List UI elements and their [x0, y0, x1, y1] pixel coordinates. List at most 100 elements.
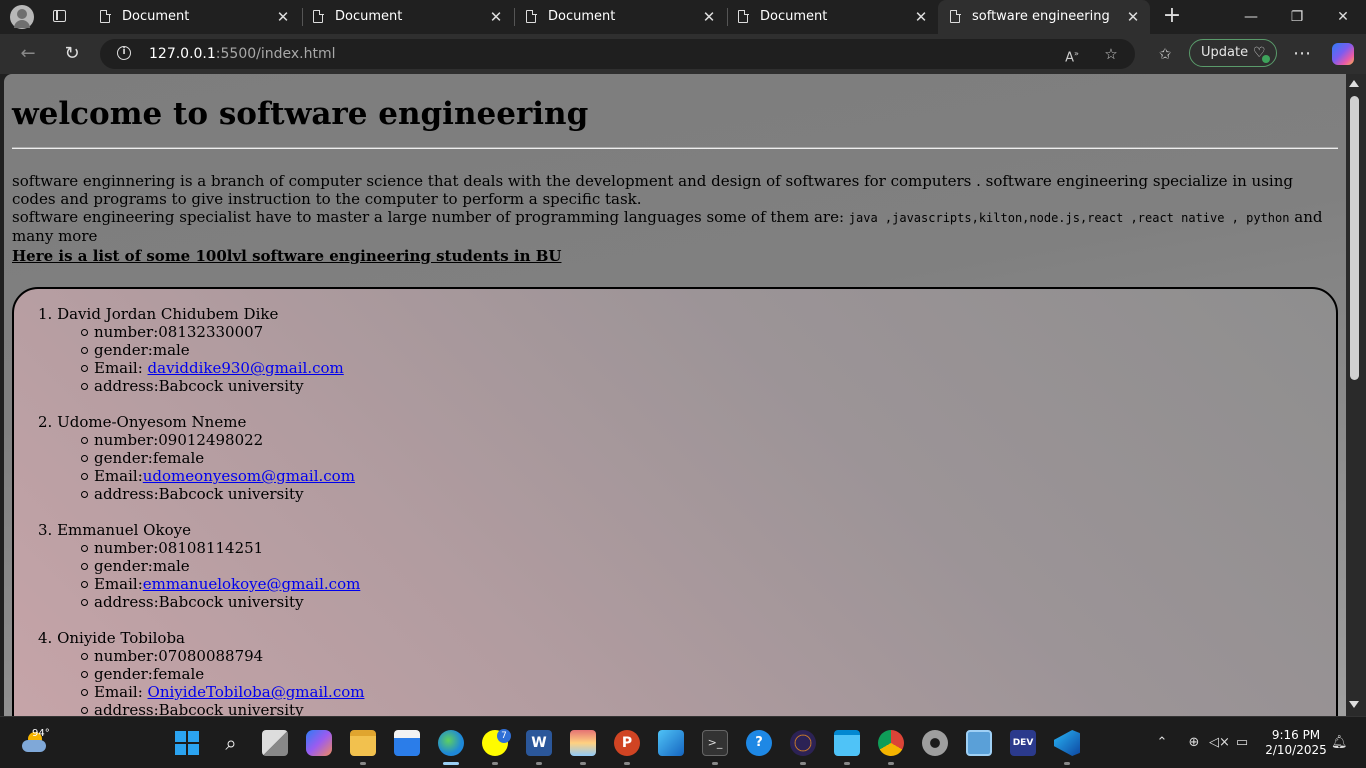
page-viewport: welcome to software engineering software…: [4, 74, 1346, 716]
tab-title: software engineering: [972, 9, 1110, 24]
email-link[interactable]: daviddike930@gmail.com: [148, 359, 344, 377]
search-icon[interactable]: ⌕: [218, 730, 244, 756]
scroll-down-icon[interactable]: [1349, 701, 1359, 708]
help-icon[interactable]: ?: [746, 730, 772, 756]
back-icon[interactable]: ←: [14, 41, 42, 67]
refresh-icon[interactable]: ↻: [58, 41, 86, 67]
tab-close-icon[interactable]: ✕: [1124, 8, 1142, 26]
read-aloud-icon[interactable]: A»: [1062, 44, 1082, 65]
scroll-up-icon[interactable]: [1349, 80, 1359, 87]
student-name: 1. David Jordan Chidubem Dike: [38, 305, 279, 323]
powerpoint-icon[interactable]: P: [614, 730, 640, 756]
clock[interactable]: 9:16 PM 2/10/2025: [1262, 728, 1330, 758]
battery-icon[interactable]: ▭: [1233, 734, 1251, 752]
list-item: 2. Udome-Onyesom Nneme number:0901249802…: [38, 413, 355, 503]
student-address: address:Babcock university: [38, 377, 344, 395]
eclipse-icon[interactable]: [790, 730, 816, 756]
student-list-card: 1. David Jordan Chidubem Dike number:081…: [12, 287, 1338, 716]
email-link[interactable]: OniyideTobiloba@gmail.com: [148, 683, 365, 701]
update-label: Update: [1201, 45, 1249, 60]
student-number: number:08108114251: [38, 539, 360, 557]
student-name: 2. Udome-Onyesom Nneme: [38, 413, 247, 431]
terminal-icon[interactable]: >_: [702, 730, 728, 756]
tab-document-3[interactable]: Document ✕: [514, 0, 726, 34]
running-indicator: [712, 762, 718, 765]
tab-close-icon[interactable]: ✕: [700, 8, 718, 26]
student-gender: gender:female: [38, 665, 364, 683]
chevron-up-icon[interactable]: ⌃: [1155, 734, 1169, 752]
student-name: 4. Oniyide Tobiloba: [38, 629, 185, 647]
tab-software-engineering[interactable]: software engineering ✕: [938, 0, 1150, 34]
running-indicator: [536, 762, 542, 765]
remote-desktop-icon[interactable]: [966, 730, 992, 756]
tab-document-2[interactable]: Document ✕: [301, 0, 513, 34]
favorite-icon[interactable]: ☆: [1101, 44, 1121, 64]
info-icon[interactable]: i: [117, 46, 131, 60]
student-email: Email: OniyideTobiloba@gmail.com: [38, 683, 364, 701]
vscode-icon[interactable]: [1054, 730, 1080, 756]
tab-title: Document: [760, 9, 828, 24]
file-explorer-icon[interactable]: [350, 730, 376, 756]
student-address: address:Babcock university: [38, 593, 360, 611]
layers-app-icon[interactable]: [570, 730, 596, 756]
update-button[interactable]: Update ♡: [1189, 39, 1277, 67]
dev-home-icon[interactable]: DEV: [1010, 730, 1036, 756]
email-link[interactable]: emmanuelokoye@gmail.com: [143, 575, 361, 593]
page-scrollbar[interactable]: [1346, 74, 1366, 716]
edge-icon[interactable]: [438, 730, 464, 756]
tab-document-1[interactable]: Document ✕: [88, 0, 300, 34]
page-icon: [738, 9, 749, 23]
profile-icon[interactable]: [8, 3, 36, 31]
scrollbar-thumb[interactable]: [1350, 96, 1359, 380]
settings-icon[interactable]: [922, 730, 948, 756]
intro-paragraph: software enginnering is a branch of comp…: [12, 172, 1323, 245]
minimize-button[interactable]: —: [1228, 5, 1274, 29]
network-icon[interactable]: ⊕: [1186, 734, 1202, 752]
restore-button[interactable]: ❐: [1274, 5, 1320, 29]
running-indicator: [844, 762, 850, 765]
tab-title: Document: [122, 9, 190, 24]
more-icon[interactable]: ⋯: [1290, 41, 1314, 67]
running-indicator: [888, 762, 894, 765]
student-name: 3. Emmanuel Okoye: [38, 521, 191, 539]
running-indicator: [1064, 762, 1070, 765]
new-tab-button[interactable]: +: [1160, 5, 1184, 29]
address-bar[interactable]: i 127.0.0.1:5500/index.html A» ☆: [100, 39, 1135, 69]
tab-title: Document: [548, 9, 616, 24]
student-email: Email:emmanuelokoye@gmail.com: [38, 575, 360, 593]
languages-code: java ,javascripts,kilton,node.js,react ,…: [848, 211, 1290, 225]
task-view-icon[interactable]: [262, 730, 288, 756]
clock-date: 2/10/2025: [1265, 743, 1327, 757]
tab-document-4[interactable]: Document ✕: [726, 0, 938, 34]
tab-close-icon[interactable]: ✕: [487, 8, 505, 26]
running-indicator: [492, 762, 498, 765]
student-address: address:Babcock university: [38, 701, 364, 716]
favorites-icon[interactable]: ✩: [1155, 44, 1175, 64]
copilot-icon[interactable]: [306, 730, 332, 756]
running-indicator: [800, 762, 806, 765]
divider: [12, 147, 1338, 149]
url-text[interactable]: 127.0.0.1:5500/index.html: [149, 46, 336, 62]
tab-title: Document: [335, 9, 403, 24]
close-window-button[interactable]: ✕: [1320, 5, 1366, 29]
address-bar-row: ← ↻ i 127.0.0.1:5500/index.html A» ☆ ✩ U…: [0, 34, 1366, 74]
word-icon[interactable]: W: [526, 730, 552, 756]
copilot-icon[interactable]: [1332, 43, 1354, 65]
email-link[interactable]: udomeonyesom@gmail.com: [143, 467, 355, 485]
volume-muted-icon[interactable]: ◁×: [1209, 734, 1230, 752]
student-number: number:08132330007: [38, 323, 344, 341]
taskbar: 94° ⌕ 7 W P >_ ? DEV ⌃ ⊕ ◁× ▭ 9:16 PM 2/…: [0, 716, 1366, 768]
store-icon[interactable]: [394, 730, 420, 756]
start-icon[interactable]: [174, 730, 200, 756]
running-indicator: [580, 762, 586, 765]
tab-close-icon[interactable]: ✕: [912, 8, 930, 26]
student-email: Email: daviddike930@gmail.com: [38, 359, 344, 377]
notification-badge: 7: [497, 729, 511, 743]
photos-icon[interactable]: [658, 730, 684, 756]
student-gender: gender:male: [38, 341, 344, 359]
notepad-icon[interactable]: [834, 730, 860, 756]
notification-bell-icon[interactable]: 🔔︎: [1331, 735, 1348, 751]
chrome-icon[interactable]: [878, 730, 904, 756]
tab-close-icon[interactable]: ✕: [274, 8, 292, 26]
tab-actions-icon[interactable]: [46, 6, 74, 28]
